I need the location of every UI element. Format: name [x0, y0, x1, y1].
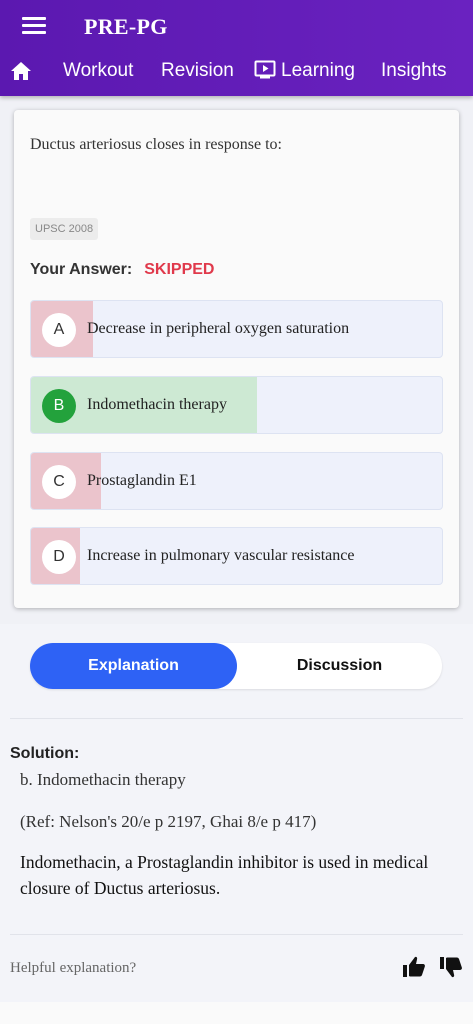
option-d-text: Increase in pulmonary vascular resistanc…: [87, 547, 355, 564]
option-a-text: Decrease in peripheral oxygen saturation: [87, 320, 350, 337]
option-d[interactable]: D Increase in pulmonary vascular resista…: [30, 527, 443, 585]
solution-answer: b. Indomethacin therapy: [20, 770, 186, 789]
tab-explanation[interactable]: Explanation: [30, 643, 237, 689]
solution-explanation: Indomethacin, a Prostaglandin inhibitor …: [20, 852, 429, 898]
thumbs-down-icon[interactable]: [439, 955, 463, 979]
option-d-letter: D: [42, 540, 76, 574]
your-answer-row: Your Answer: SKIPPED: [30, 261, 214, 279]
nav-revision[interactable]: Revision: [161, 60, 234, 82]
option-b-letter: B: [42, 389, 76, 423]
tab-discussion[interactable]: Discussion: [237, 643, 442, 689]
option-c[interactable]: C Prostaglandin E1: [30, 452, 443, 510]
question-card: Ductus arteriosus closes in response to:…: [14, 110, 459, 608]
app-title: PRE-PG: [84, 14, 168, 39]
option-b[interactable]: B Indomethacin therapy: [30, 376, 443, 434]
section-divider: [10, 718, 463, 719]
app-header: PRE-PG Workout Revision Learning Insight…: [0, 0, 473, 96]
thumbs-up-icon[interactable]: [402, 955, 426, 979]
exam-tag: UPSC 2008: [30, 218, 99, 240]
play-screen-icon: [254, 60, 276, 79]
nav-workout[interactable]: Workout: [63, 60, 133, 82]
nav-learning-label: Learning: [281, 60, 355, 81]
explanation-discussion-toggle: Explanation Discussion: [30, 643, 442, 689]
home-icon[interactable]: [10, 61, 32, 81]
nav-learning[interactable]: Learning: [254, 60, 355, 82]
your-answer-label: Your Answer:: [30, 261, 133, 278]
question-text: Ductus arteriosus closes in response to:: [30, 136, 282, 153]
nav-insights[interactable]: Insights: [381, 60, 446, 82]
option-c-letter: C: [42, 465, 76, 499]
helpful-prompt: Helpful explanation?: [10, 960, 137, 976]
feedback-divider: [10, 934, 463, 935]
option-a-letter: A: [42, 313, 76, 347]
your-answer-value: SKIPPED: [144, 261, 215, 278]
solution-label: Solution:: [10, 745, 80, 762]
option-a[interactable]: A Decrease in peripheral oxygen saturati…: [30, 300, 443, 358]
solution-reference: (Ref: Nelson's 20/e p 2197, Ghai 8/e p 4…: [20, 812, 317, 831]
option-c-text: Prostaglandin E1: [87, 472, 197, 489]
option-b-text: Indomethacin therapy: [87, 396, 227, 413]
hamburger-menu-icon[interactable]: [22, 15, 48, 37]
footer-bar: [0, 1002, 473, 1024]
top-nav: Workout Revision Learning Insights: [0, 56, 473, 88]
